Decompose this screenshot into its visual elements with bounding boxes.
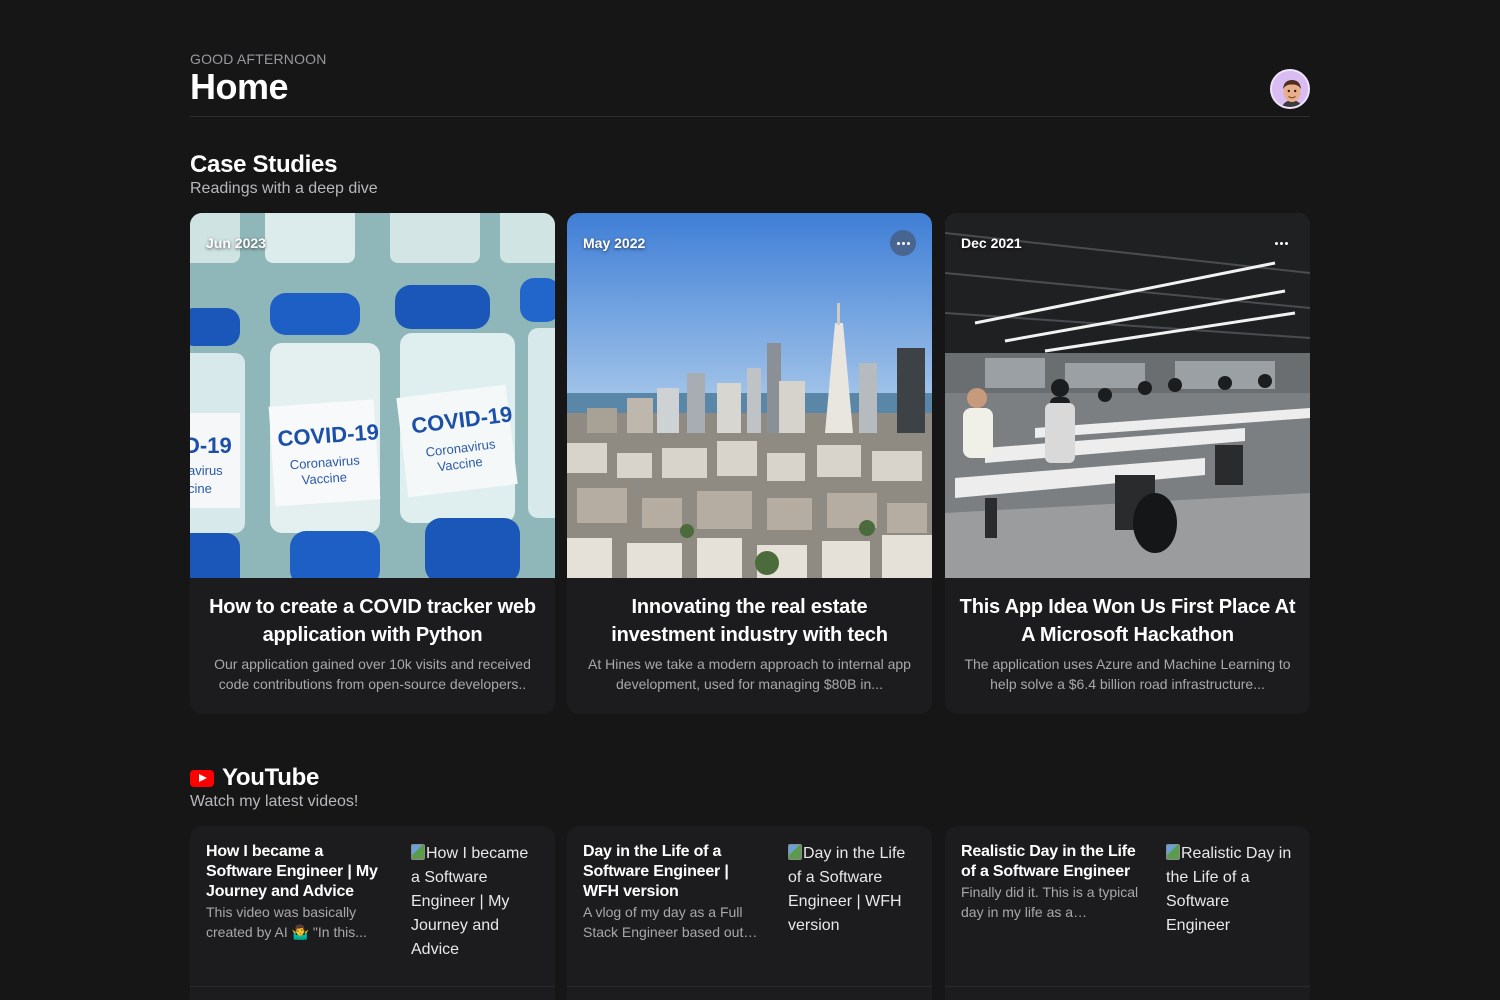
case-study-card[interactable]: Dec 2021 This App Idea Won Us First Plac… <box>945 213 1310 714</box>
video-title[interactable]: Realistic Day in the Life of a Software … <box>961 842 1145 882</box>
svg-text:cine: cine <box>190 481 212 496</box>
city-skyline-photo: May 2022 <box>567 213 932 578</box>
svg-text:Vaccine: Vaccine <box>301 469 347 487</box>
video-card[interactable]: Realistic Day in the Life of a Software … <box>945 826 1310 1000</box>
youtube-logo-icon <box>190 770 214 787</box>
case-date: Dec 2021 <box>961 235 1022 251</box>
video-title[interactable]: How I became a Software Engineer | My Jo… <box>206 842 390 902</box>
video-card[interactable]: How I became a Software Engineer | My Jo… <box>190 826 555 1000</box>
video-thumbnail[interactable]: Realistic Day in the Life of a Software … <box>1166 842 1296 938</box>
video-description: A vlog of my day as a Full Stack Enginee… <box>583 904 744 940</box>
case-studies-title: Case Studies <box>190 151 338 178</box>
broken-image-icon <box>411 844 425 860</box>
covid-vaccine-vials-photo: COVID-19 Coronavirus Vaccine COVID-19 Co… <box>190 213 555 578</box>
broken-image-icon <box>1166 844 1180 860</box>
more-options-button[interactable] <box>890 230 916 256</box>
page-title: Home <box>190 66 289 107</box>
case-description: Our application gained over 10k visits a… <box>214 656 531 692</box>
more-options-button[interactable] <box>1268 230 1294 256</box>
svg-text:D-19: D-19 <box>190 433 232 458</box>
video-thumbnail[interactable]: Day in the Life of a Software Engineer |… <box>788 842 918 938</box>
case-date: Jun 2023 <box>206 235 266 251</box>
broken-image-icon <box>788 844 802 860</box>
case-description: The application uses Azure and Machine L… <box>964 656 1291 692</box>
youtube-subtitle: Watch my latest videos! <box>190 793 359 810</box>
video-card[interactable]: Day in the Life of a Software Engineer |… <box>567 826 932 1000</box>
case-study-card[interactable]: May 2022 Innovating the real estate inve… <box>567 213 932 714</box>
case-description: At Hines we take a modern approach to in… <box>588 656 911 692</box>
video-description: This video was basically created by AI 🤷… <box>206 904 367 940</box>
thumbnail-alt-text: Realistic Day in the Life of a Software … <box>1166 845 1292 934</box>
office-hackathon-photo: Dec 2021 <box>945 213 1310 578</box>
case-study-card[interactable]: COVID-19 Coronavirus Vaccine COVID-19 Co… <box>190 213 555 714</box>
video-description: Finally did it. This is a typical day in… <box>961 884 1139 920</box>
case-studies-subtitle: Readings with a deep dive <box>190 180 378 197</box>
case-title[interactable]: This App Idea Won Us First Place At A Mi… <box>957 593 1298 649</box>
thumbnail-alt-text: How I became a Software Engineer | My Jo… <box>411 845 529 958</box>
thumbnail-alt-text: Day in the Life of a Software Engineer |… <box>788 845 906 934</box>
greeting-label: GOOD AFTERNOON <box>190 51 327 67</box>
memoji-avatar-icon[interactable] <box>1270 69 1310 109</box>
youtube-title: YouTube <box>222 764 319 791</box>
svg-text:avirus: avirus <box>190 463 223 478</box>
header-divider <box>190 116 1310 117</box>
video-title[interactable]: Day in the Life of a Software Engineer |… <box>583 842 767 902</box>
case-title[interactable]: How to create a COVID tracker web applic… <box>202 593 543 649</box>
video-thumbnail[interactable]: How I became a Software Engineer | My Jo… <box>411 842 541 962</box>
case-title[interactable]: Innovating the real estate investment in… <box>579 593 920 649</box>
case-date: May 2022 <box>583 235 646 251</box>
